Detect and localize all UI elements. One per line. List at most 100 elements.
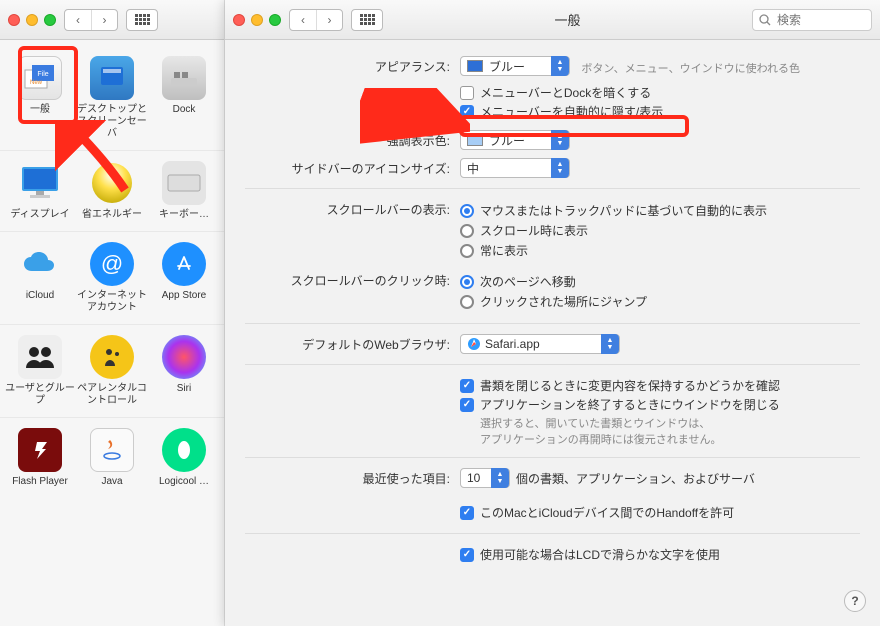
sidebar-size-select[interactable]: 中 ▲▼ (460, 158, 570, 178)
pref-siri[interactable]: Siri (148, 335, 220, 407)
pref-label: ディスプレイ (10, 209, 69, 221)
pref-label: インターネットアカウント (76, 290, 148, 314)
scrollbar-click-radio-page[interactable] (460, 275, 474, 289)
pref-appstore[interactable]: App Store (148, 242, 220, 314)
pref-label: Dock (173, 104, 196, 116)
pref-label: Java (101, 476, 122, 488)
highlight-select[interactable]: ブルー ▲▼ (460, 130, 570, 150)
pref-label: ユーザとグループ (4, 383, 76, 407)
forward-button[interactable]: › (91, 10, 117, 30)
pref-java[interactable]: Java (76, 428, 148, 488)
appearance-select[interactable]: ブルー ▲▼ (460, 56, 570, 76)
sidebar-label: サイドバーのアイコンサイズ: (245, 158, 460, 177)
appearance-label: アピアランス: (245, 56, 460, 75)
pref-display[interactable]: ディスプレイ (4, 161, 76, 221)
pref-label: ペアレンタルコントロール (76, 383, 148, 407)
back-button[interactable]: ‹ (65, 10, 91, 30)
show-all-button[interactable] (126, 9, 158, 31)
scrollbar-show-radio-always[interactable] (460, 244, 474, 258)
browser-label: デフォルトのWebブラウザ: (245, 334, 460, 353)
zoom-icon[interactable] (44, 14, 56, 26)
select-value: 中 (467, 160, 551, 177)
pref-label: Flash Player (12, 476, 68, 488)
pref-label: App Store (162, 290, 206, 302)
svg-text:File: File (37, 71, 48, 78)
pref-label: Siri (177, 383, 191, 395)
pref-label: キーボー… (159, 209, 209, 221)
minimize-icon[interactable] (251, 14, 263, 26)
scrollbar-click-label: スクロールバーのクリック時: (245, 270, 460, 289)
pref-label: デスクトップとスクリーンセーバ (76, 104, 148, 140)
recent-label: 最近使った項目: (245, 468, 460, 487)
browser-select[interactable]: Safari.app ▲▼ (460, 334, 620, 354)
chevron-updown-icon: ▲▼ (491, 468, 509, 488)
pref-label: 一般 (30, 104, 50, 116)
pref-users[interactable]: ユーザとグループ (4, 335, 76, 407)
grid-icon (135, 14, 150, 25)
scrollbar-show-label: スクロールバーの表示: (245, 199, 460, 218)
darken-label: メニューバーとDockを暗くする (480, 84, 651, 101)
pref-label: iCloud (26, 290, 54, 302)
pref-logicool[interactable]: Logicool … (148, 428, 220, 488)
pref-general[interactable]: File New 一般 (4, 56, 76, 140)
scrollbar-show-radio-scrolling[interactable] (460, 224, 474, 238)
sysprefs-window: ‹ › File New 一般 (0, 0, 225, 626)
pref-energy[interactable]: 省エネルギー (76, 161, 148, 221)
pref-parental[interactable]: ペアレンタルコントロール (76, 335, 148, 407)
search-input[interactable] (775, 12, 860, 28)
pref-dock[interactable]: Dock (148, 56, 220, 140)
chevron-updown-icon: ▲▼ (551, 130, 569, 150)
search-field[interactable] (752, 9, 872, 31)
show-all-button[interactable] (351, 9, 383, 31)
window-controls (8, 14, 56, 26)
close-windows-checkbox[interactable]: ✓ (460, 398, 474, 412)
grid-icon (360, 14, 375, 25)
pref-flash[interactable]: Flash Player (4, 428, 76, 488)
color-swatch-icon (467, 60, 483, 72)
scrollbar-click-radio-spot[interactable] (460, 295, 474, 309)
close-icon[interactable] (8, 14, 20, 26)
pref-label: Logicool … (159, 476, 209, 488)
highlight-label: 強調表示色: (245, 130, 460, 149)
safari-icon (467, 337, 481, 351)
search-icon (759, 14, 771, 26)
scrollbar-show-radio-auto[interactable] (460, 204, 474, 218)
autohide-checkbox[interactable]: ✓ (460, 105, 474, 119)
select-value: 10 (467, 471, 491, 485)
select-value: Safari.app (485, 337, 601, 351)
recent-count-select[interactable]: 10 ▲▼ (460, 468, 510, 488)
right-titlebar: ‹ › 一般 (225, 0, 880, 40)
window-controls (233, 14, 281, 26)
nav-buttons: ‹ › (289, 9, 343, 31)
pref-keyboard[interactable]: キーボー… (148, 161, 220, 221)
svg-text:New: New (30, 80, 43, 86)
color-swatch-icon (467, 134, 483, 146)
left-titlebar: ‹ › (0, 0, 224, 40)
back-button[interactable]: ‹ (290, 10, 316, 30)
chevron-updown-icon: ▲▼ (551, 158, 569, 178)
handoff-checkbox[interactable]: ✓ (460, 506, 474, 520)
general-pane-window: ‹ › 一般 アピアランス: ブルー ▲▼ (225, 0, 880, 626)
darken-checkbox[interactable] (460, 86, 474, 100)
appearance-hint: ボタン、メニュー、ウインドウに使われる色 (581, 63, 800, 75)
pref-icloud[interactable]: iCloud (4, 242, 76, 314)
recent-suffix: 個の書類、アプリケーション、およびサーバ (516, 470, 755, 487)
nav-buttons: ‹ › (64, 9, 118, 31)
select-value: ブルー (489, 132, 551, 149)
pref-desktop[interactable]: デスクトップとスクリーンセーバ (76, 56, 148, 140)
select-value: ブルー (489, 58, 551, 75)
window-title: 一般 (391, 10, 744, 29)
zoom-icon[interactable] (269, 14, 281, 26)
chevron-updown-icon: ▲▼ (551, 56, 569, 76)
forward-button[interactable]: › (316, 10, 342, 30)
pref-label: 省エネルギー (82, 209, 142, 221)
chevron-updown-icon: ▲▼ (601, 334, 619, 354)
minimize-icon[interactable] (26, 14, 38, 26)
close-icon[interactable] (233, 14, 245, 26)
close-confirm-checkbox[interactable]: ✓ (460, 379, 474, 393)
help-button[interactable]: ? (844, 590, 866, 612)
autohide-label: メニューバーを自動的に隠す/表示 (480, 103, 663, 120)
general-pane: アピアランス: ブルー ▲▼ ボタン、メニュー、ウインドウに使われる色 メニュー… (225, 40, 880, 593)
lcd-checkbox[interactable]: ✓ (460, 548, 474, 562)
pref-internet[interactable]: @ インターネットアカウント (76, 242, 148, 314)
